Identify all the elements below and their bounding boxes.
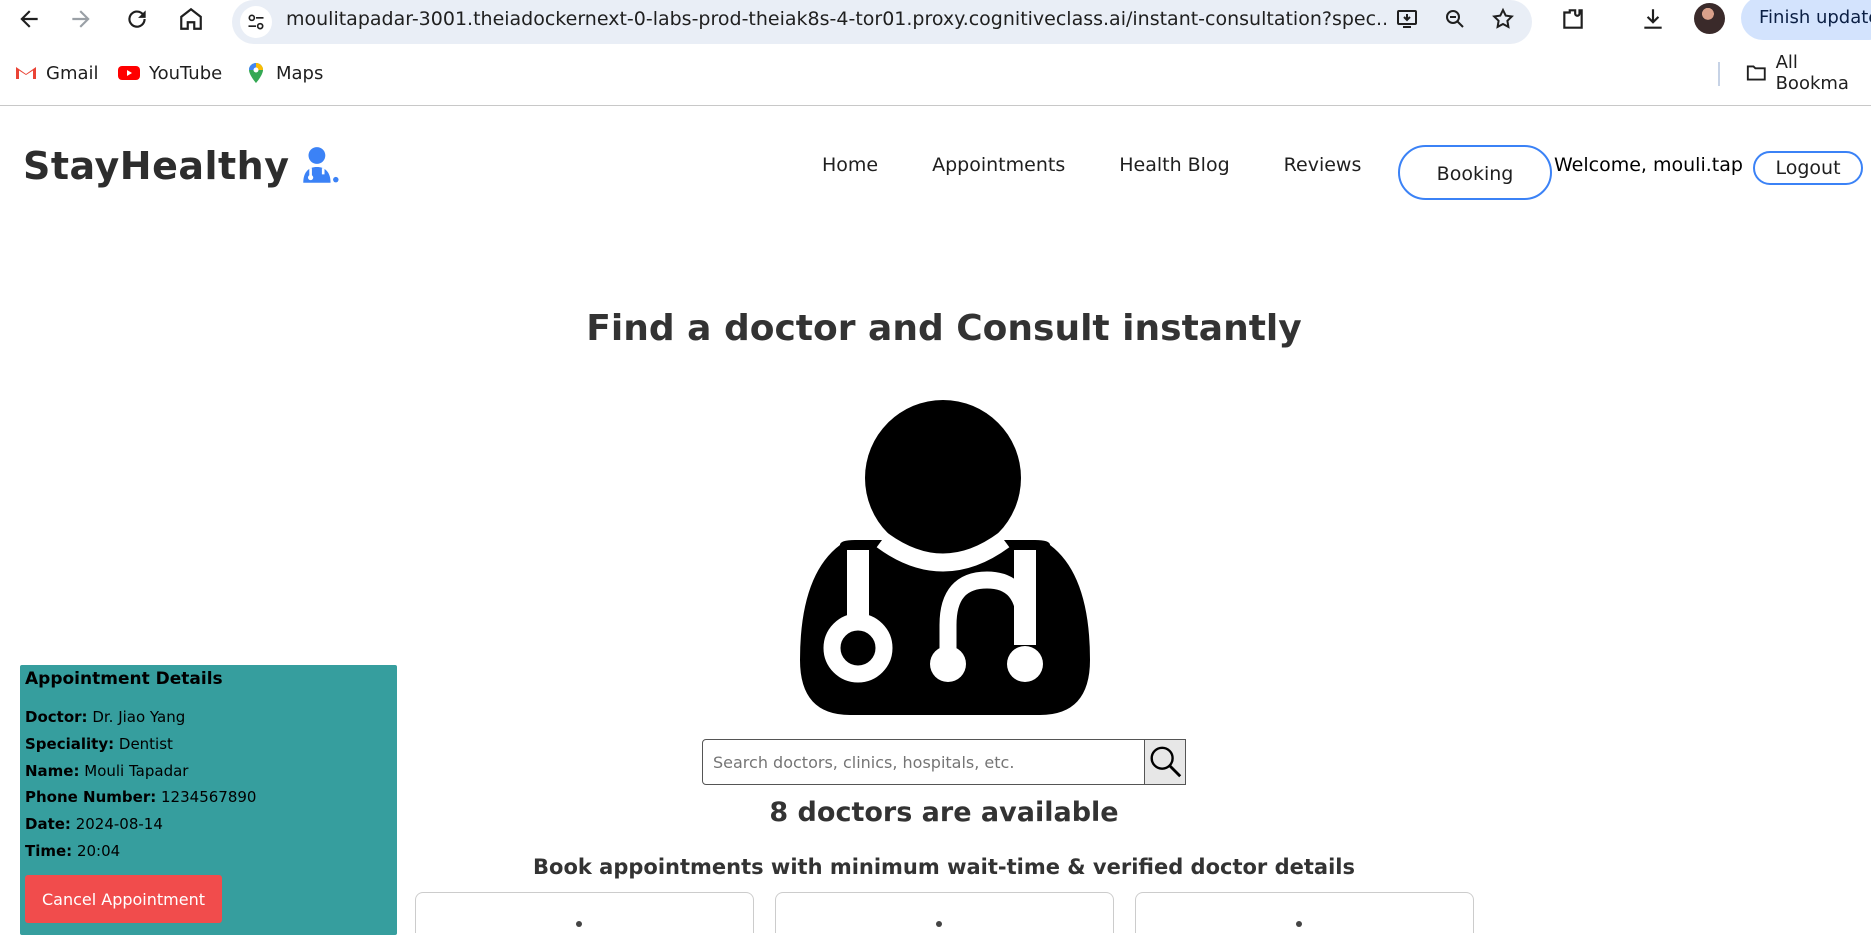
folder-icon [1746, 65, 1766, 81]
booking-button[interactable]: Booking [1398, 145, 1552, 200]
bookmark-label: YouTube [149, 62, 223, 84]
doctor-icon [800, 400, 1090, 715]
address-bar[interactable]: moulitapadar-3001.theiadockernext-0-labs… [232, 0, 1532, 44]
logout-button[interactable]: Logout [1753, 151, 1863, 185]
browser-toolbar: moulitapadar-3001.theiadockernext-0-labs… [0, 0, 1871, 44]
search-icon [1150, 746, 1182, 778]
profile-avatar[interactable] [1694, 3, 1725, 34]
home-icon[interactable] [176, 4, 206, 34]
bookmark-label: Maps [276, 62, 324, 84]
install-app-icon[interactable] [1392, 4, 1422, 34]
doctor-search [702, 739, 1186, 785]
bookmark-label: Gmail [46, 62, 99, 84]
appointment-name: Name: Mouli Tapadar [25, 762, 189, 780]
gmail-icon [16, 67, 36, 79]
finish-update-button[interactable]: Finish update [1741, 0, 1871, 40]
forward-icon[interactable] [66, 4, 96, 34]
extensions-icon[interactable] [1558, 4, 1588, 34]
nav-appointments-link[interactable]: Appointments [932, 154, 1065, 176]
doctor-logo-icon [302, 147, 339, 183]
site-logo[interactable]: StayHealthy [23, 144, 340, 188]
back-icon[interactable] [14, 4, 44, 34]
appointment-title: Appointment Details [25, 669, 223, 689]
page-title: Find a doctor and Consult instantly [586, 308, 1302, 349]
search-button[interactable] [1144, 739, 1186, 785]
bookmark-gmail[interactable]: Gmail [14, 54, 99, 92]
appointment-time: Time: 20:04 [25, 842, 121, 860]
card-dot [576, 921, 582, 927]
url-text[interactable]: moulitapadar-3001.theiadockernext-0-labs… [286, 0, 1386, 38]
search-input[interactable] [702, 739, 1145, 785]
card-dot [936, 921, 942, 927]
doctor-card[interactable] [415, 892, 754, 933]
maps-icon [249, 63, 263, 83]
welcome-text: Welcome, mouli.tap [1554, 154, 1743, 176]
reload-icon[interactable] [122, 4, 152, 34]
nav-home-link[interactable]: Home [822, 154, 878, 176]
nav-reviews-link[interactable]: Reviews [1284, 154, 1362, 176]
appointment-doctor: Doctor: Dr. Jiao Yang [25, 708, 186, 726]
bookmarks-separator [1718, 62, 1720, 86]
appointment-date: Date: 2024-08-14 [25, 815, 163, 833]
youtube-icon [118, 66, 140, 80]
doctor-card[interactable] [775, 892, 1114, 933]
nav-links: Home Appointments Health Blog Reviews [822, 154, 1415, 176]
appointment-details-panel: Appointment Details Doctor: Dr. Jiao Yan… [20, 665, 397, 935]
downloads-icon[interactable] [1638, 4, 1668, 34]
doctor-card[interactable] [1135, 892, 1474, 933]
appointment-speciality: Speciality: Dentist [25, 735, 173, 753]
site-settings-icon[interactable] [240, 6, 272, 38]
bookmark-youtube[interactable]: YouTube [117, 54, 222, 92]
zoom-icon[interactable] [1440, 4, 1470, 34]
site-navbar: StayHealthy Home Appointments Health Blo… [0, 106, 1871, 226]
all-bookmarks-label: All Bookma [1775, 52, 1849, 94]
bookmark-star-icon[interactable] [1488, 4, 1518, 34]
nav-health-blog-link[interactable]: Health Blog [1119, 154, 1229, 176]
all-bookmarks-button[interactable]: All Bookma [1745, 52, 1871, 94]
bookmarks-bar: Gmail YouTube Maps All Bookma [0, 52, 1871, 94]
card-dot [1296, 921, 1302, 927]
appointment-phone: Phone Number: 1234567890 [25, 788, 257, 806]
bookmark-maps[interactable]: Maps [244, 54, 323, 92]
cancel-appointment-button[interactable]: Cancel Appointment [25, 875, 222, 923]
logo-text: StayHealthy [23, 144, 290, 188]
